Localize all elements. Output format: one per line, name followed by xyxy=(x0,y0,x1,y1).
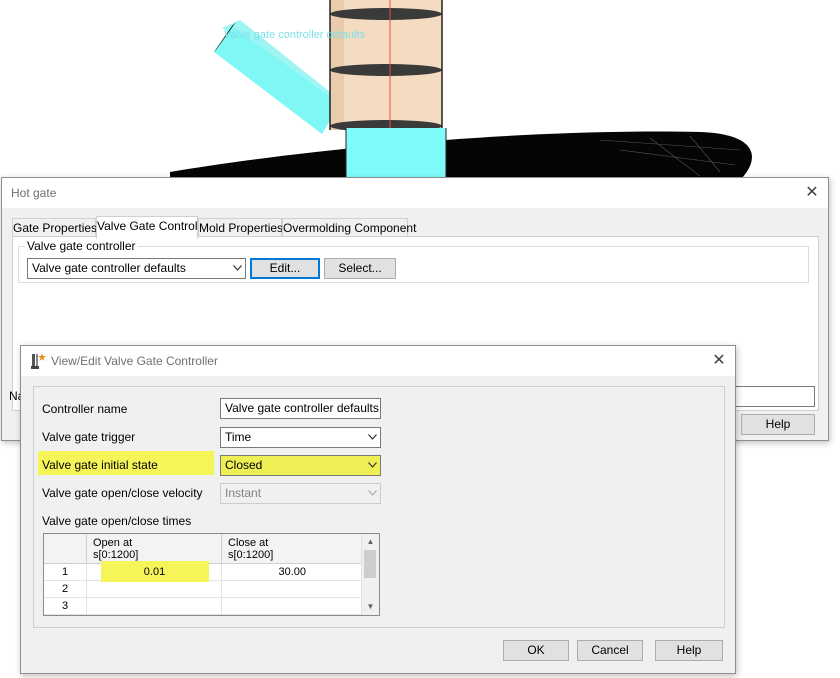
valve-gate-controller-dialog: View/Edit Valve Gate Controller ✕ Contro… xyxy=(20,345,736,674)
hot-gate-help-button[interactable]: Help xyxy=(741,414,815,435)
controller-select[interactable]: Valve gate controller defaults xyxy=(27,258,246,279)
close-time-value[interactable]: 30.00 xyxy=(222,564,363,581)
chevron-down-icon xyxy=(368,462,377,468)
scroll-thumb[interactable] xyxy=(364,550,376,578)
scroll-down-icon[interactable]: ▼ xyxy=(362,600,379,614)
times-label: Valve gate open/close times xyxy=(42,514,192,528)
select-button[interactable]: Select... xyxy=(324,258,396,279)
scroll-up-icon[interactable]: ▲ xyxy=(362,535,379,549)
chevron-down-icon xyxy=(233,265,242,271)
close-icon[interactable]: ✕ xyxy=(707,349,731,373)
controller-name-field[interactable]: Valve gate controller defaults xyxy=(220,398,381,419)
close-at-header-line1: Close at xyxy=(228,537,269,549)
trigger-label: Valve gate trigger xyxy=(42,430,136,444)
open-close-times-grid[interactable]: Open at s[0:1200] Close at s[0:1200] 1 0… xyxy=(43,533,380,616)
vgc-title: View/Edit Valve Gate Controller xyxy=(51,354,218,368)
open-at-header[interactable]: Open at s[0:1200] xyxy=(87,534,222,564)
close-icon[interactable]: ✕ xyxy=(800,181,824,205)
tab-overmolding-component[interactable]: Overmolding Component xyxy=(282,218,416,237)
tab-mold-properties[interactable]: Mold Properties xyxy=(198,218,283,237)
tab-valve-gate-control[interactable]: Valve Gate Control xyxy=(96,216,198,239)
viewport-overlay-label: Valve gate controller defaults xyxy=(224,29,366,41)
close-at-header-line2: s[0:1200] xyxy=(228,549,274,561)
group-title: Valve gate controller xyxy=(25,239,138,253)
controller-settings-panel: Controller name Valve gate controller de… xyxy=(33,386,725,628)
ok-button[interactable]: OK xyxy=(503,640,569,661)
vgc-help-button[interactable]: Help xyxy=(655,640,723,661)
velocity-label: Valve gate open/close velocity xyxy=(42,486,203,500)
grid-corner-header xyxy=(44,534,87,564)
app-icon xyxy=(31,353,46,369)
3d-viewport[interactable]: Valve gate controller defaults xyxy=(0,0,840,180)
controller-select-value: Valve gate controller defaults xyxy=(32,261,186,275)
open-time-value: 0.01 xyxy=(143,566,166,578)
valve-gate-controller-group: Valve gate controller Valve gate control… xyxy=(18,239,809,283)
table-cell[interactable]: 0.01 xyxy=(87,561,222,582)
table-cell[interactable] xyxy=(222,598,363,615)
initial-state-label: Valve gate initial state xyxy=(42,458,158,472)
barrel xyxy=(329,0,447,180)
row-index: 1 xyxy=(44,564,87,581)
vgc-titlebar[interactable]: View/Edit Valve Gate Controller ✕ xyxy=(21,346,735,376)
table-cell[interactable] xyxy=(87,598,222,615)
chevron-down-icon xyxy=(368,434,377,440)
initial-state-select[interactable]: Closed xyxy=(220,455,381,476)
open-at-header-line2: s[0:1200] xyxy=(93,549,139,561)
trigger-select[interactable]: Time xyxy=(220,427,381,448)
model-render xyxy=(170,0,752,180)
edit-button[interactable]: Edit... xyxy=(250,258,320,279)
name-field[interactable] xyxy=(732,386,815,407)
hot-gate-title: Hot gate xyxy=(11,186,57,200)
controller-name-label: Controller name xyxy=(42,402,128,416)
grid-scrollbar[interactable]: ▲ ▼ xyxy=(361,534,379,615)
row-index: 3 xyxy=(44,598,87,615)
cancel-button[interactable]: Cancel xyxy=(577,640,643,661)
table-cell[interactable] xyxy=(222,581,363,598)
initial-state-select-value: Closed xyxy=(225,458,263,472)
hot-gate-titlebar[interactable]: Hot gate ✕ xyxy=(2,178,828,208)
table-cell[interactable] xyxy=(87,581,222,598)
velocity-select-value: Instant xyxy=(225,486,262,500)
row-index: 2 xyxy=(44,581,87,598)
chevron-down-icon xyxy=(368,490,377,496)
tab-gate-properties[interactable]: Gate Properties xyxy=(12,218,97,237)
open-at-header-line1: Open at xyxy=(93,537,133,549)
close-at-header[interactable]: Close at s[0:1200] xyxy=(222,534,363,564)
trigger-select-value: Time xyxy=(225,430,252,444)
velocity-select: Instant xyxy=(220,483,381,504)
